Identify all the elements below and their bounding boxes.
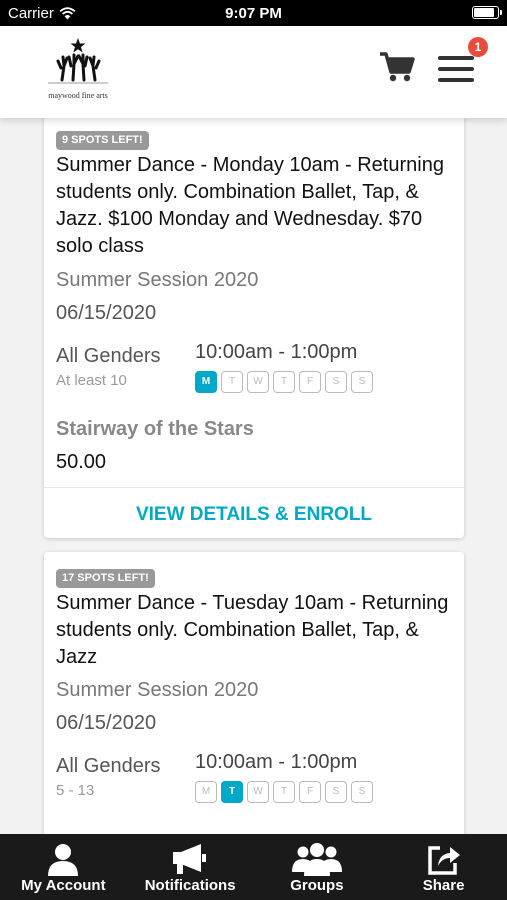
class-time: 10:00am - 1:00pm — [195, 751, 358, 773]
class-title: Summer Dance - Monday 10am - Returning s… — [56, 154, 444, 257]
day-tuesday: T — [221, 781, 243, 803]
day-wednesday: W — [247, 781, 269, 803]
tab-notifications[interactable]: Notifications — [127, 834, 254, 900]
logo-hands-icon — [48, 38, 108, 84]
card-divider — [44, 487, 464, 488]
notification-badge: 1 — [468, 37, 488, 57]
class-list[interactable]: 9 SPOTS LEFT! Summer Dance - Monday 10am… — [0, 118, 507, 834]
day-saturday: S — [325, 781, 347, 803]
class-location: Stairway of the Stars — [56, 418, 254, 440]
day-sunday: S — [351, 781, 373, 803]
status-bar: Carrier 9:07 PM — [0, 0, 507, 26]
battery-level — [474, 8, 494, 17]
logo-text: maywood fine arts — [48, 91, 108, 100]
view-details-enroll-button[interactable]: VIEW DETAILS & ENROLL — [44, 504, 464, 526]
class-date: 06/15/2020 — [56, 302, 157, 324]
day-friday: F — [299, 781, 321, 803]
day-monday: M — [195, 781, 217, 803]
spots-left-badge: 17 SPOTS LEFT! — [56, 569, 155, 588]
class-card[interactable]: 9 SPOTS LEFT! Summer Dance - Monday 10am… — [44, 118, 464, 538]
maywood-logo[interactable]: maywood fine arts — [38, 36, 118, 100]
weekday-selector: M T W T F S S — [195, 781, 373, 803]
class-age: 5 - 13 — [56, 782, 95, 799]
share-icon — [427, 846, 460, 875]
day-thursday: T — [273, 781, 295, 803]
tab-label: Notifications — [144, 877, 236, 894]
bottom-tab-bar: My Account Notifications Groups Share — [0, 834, 507, 900]
class-card[interactable]: 17 SPOTS LEFT! Summer Dance - Tuesday 10… — [44, 552, 464, 834]
cart-button[interactable] — [378, 50, 416, 84]
battery-icon — [472, 6, 502, 19]
day-saturday: S — [325, 371, 347, 393]
class-time: 10:00am - 1:00pm — [195, 341, 358, 363]
group-icon — [291, 843, 342, 876]
hamburger-menu-icon[interactable] — [438, 54, 478, 84]
tab-share[interactable]: Share — [380, 834, 507, 900]
tab-my-account[interactable]: My Account — [0, 834, 127, 900]
day-sunday: S — [351, 371, 373, 393]
spots-left-badge: 9 SPOTS LEFT! — [56, 131, 149, 150]
day-friday: F — [299, 371, 321, 393]
app-header: maywood fine arts 1 — [0, 26, 507, 118]
day-thursday: T — [273, 371, 295, 393]
weekday-selector: M T W T F S S — [195, 371, 373, 393]
class-title: Summer Dance - Tuesday 10am - Returning … — [56, 592, 449, 668]
tab-groups[interactable]: Groups — [254, 834, 381, 900]
class-session: Summer Session 2020 — [56, 269, 259, 291]
tab-label: My Account — [21, 877, 106, 894]
day-tuesday: T — [221, 371, 243, 393]
day-monday: M — [195, 371, 217, 393]
status-time: 9:07 PM — [225, 5, 282, 22]
day-wednesday: W — [247, 371, 269, 393]
tab-label: Share — [422, 877, 465, 894]
class-date: 06/15/2020 — [56, 712, 157, 734]
class-gender: All Genders — [56, 755, 161, 777]
class-gender: All Genders — [56, 345, 161, 367]
class-age: At least 10 — [56, 372, 127, 389]
person-icon — [48, 844, 79, 876]
class-session: Summer Session 2020 — [56, 679, 259, 701]
tab-label: Groups — [290, 877, 344, 894]
class-price: 50.00 — [56, 451, 107, 473]
cart-icon — [380, 52, 415, 82]
megaphone-icon — [173, 844, 207, 874]
